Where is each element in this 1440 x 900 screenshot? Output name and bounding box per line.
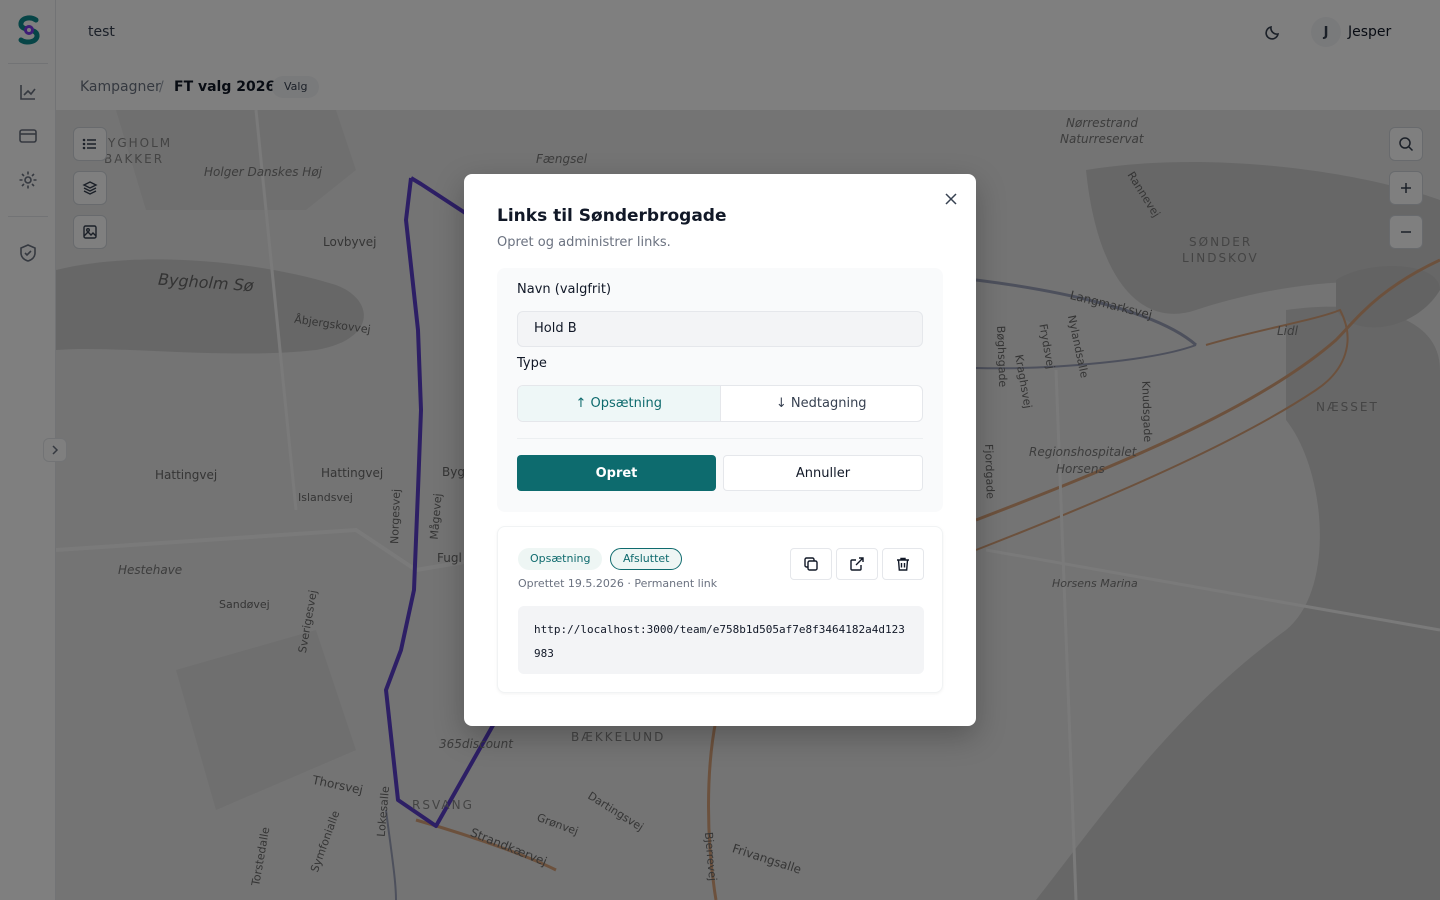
name-label: Navn (valgfrit) [517,282,612,297]
form-divider [517,438,923,439]
create-link-form: Navn (valgfrit) Hold B Type ↑ Opsætning … [497,268,943,512]
type-option-setup[interactable]: ↑ Opsætning [518,386,721,421]
close-button[interactable] [942,190,960,208]
name-input[interactable]: Hold B [517,311,923,347]
create-button[interactable]: Opret [517,455,716,491]
link-meta: Oprettet 19.5.2026 · Permanent link [518,577,718,590]
trash-icon [897,557,909,571]
dialog-title: Links til Sønderbrogade [497,206,727,226]
type-option-teardown[interactable]: ↓ Nedtagning [721,386,923,421]
close-icon [945,193,957,205]
cancel-button[interactable]: Annuller [723,455,923,491]
delete-link-button[interactable] [882,548,924,580]
link-url[interactable]: http://localhost:3000/team/e758b1d505af7… [518,606,924,674]
copy-link-button[interactable] [790,548,832,580]
type-selector: ↑ Opsætning ↓ Nedtagning [517,385,923,422]
open-link-button[interactable] [836,548,878,580]
external-link-icon [850,557,864,571]
dialog-description: Opret og administrer links. [497,235,671,250]
link-status-badge: Afsluttet [610,548,683,570]
type-label: Type [517,356,547,371]
copy-icon [804,557,818,571]
link-type-badge: Opsætning [518,548,603,570]
link-item: Opsætning Afsluttet Oprettet 19.5.2026 ·… [497,526,943,693]
links-dialog: Links til Sønderbrogade Opret og adminis… [464,174,976,726]
